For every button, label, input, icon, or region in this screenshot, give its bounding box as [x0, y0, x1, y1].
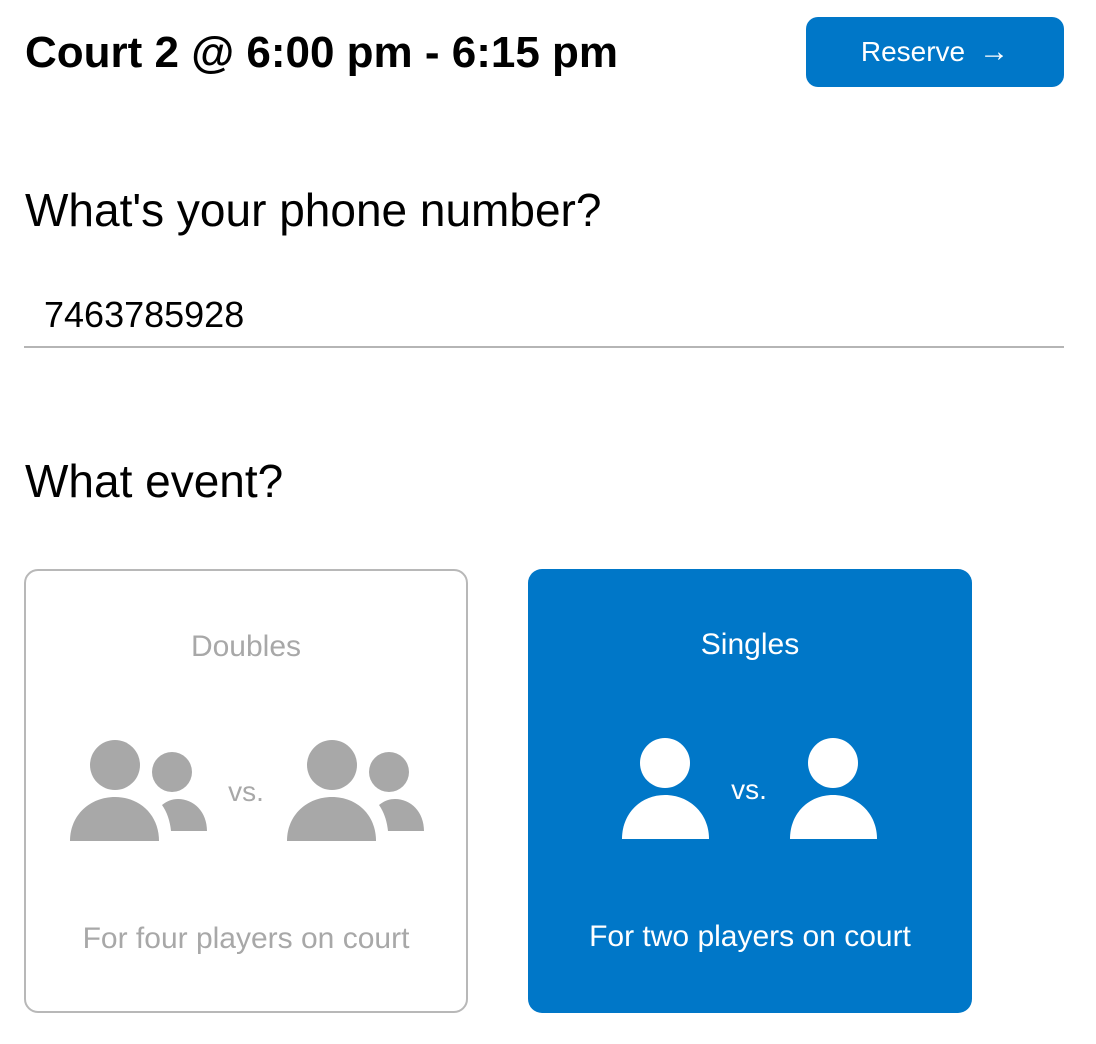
phone-number-input[interactable]: [24, 284, 1064, 348]
vs-label: vs.: [228, 776, 264, 807]
arrow-right-icon: →: [979, 35, 1010, 68]
event-option-description: For two players on court: [589, 920, 911, 953]
reserve-button-label: Reserve: [860, 36, 966, 67]
page-title: Court 2 @ 6:00 pm - 6:15 pm: [25, 28, 619, 77]
reserve-button[interactable]: Reserve →: [806, 17, 1064, 87]
phone-question: What's your phone number?: [25, 184, 602, 236]
event-option-title: Singles: [700, 628, 800, 661]
event-option-description: For four players on court: [82, 922, 410, 955]
vs-label: vs.: [731, 774, 767, 805]
event-option-doubles[interactable]: Doubles vs. For four players on court: [24, 569, 468, 1013]
event-question: What event?: [25, 455, 284, 507]
event-option-singles[interactable]: Singles vs. For two players on court: [528, 569, 972, 1013]
event-option-title: Doubles: [190, 630, 302, 663]
